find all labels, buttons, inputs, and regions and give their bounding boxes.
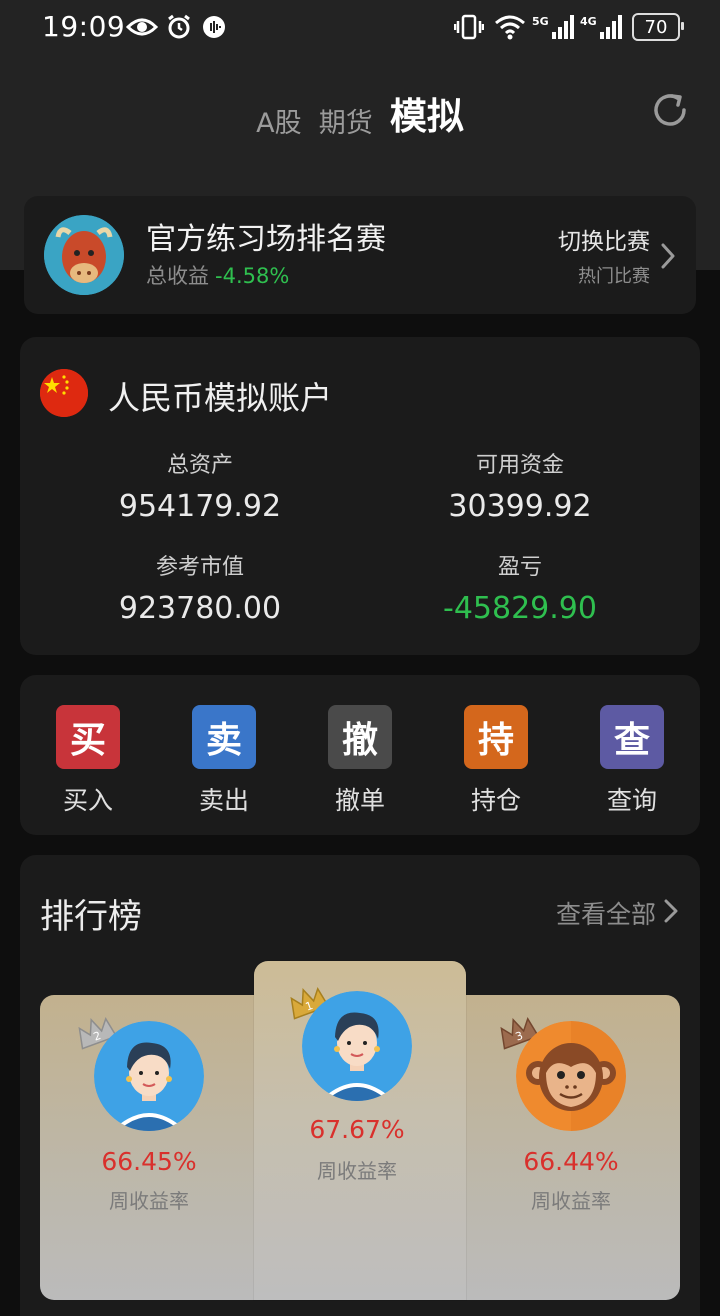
rank-3-return-label: 周收益率 — [531, 1189, 611, 1213]
hot-contest-label: 热门比赛 — [578, 266, 650, 287]
chevron-right-icon[interactable] — [664, 899, 678, 923]
contest-yield: 总收益 -4.58% — [146, 260, 289, 290]
total-assets-value: 954179.92 — [118, 489, 282, 524]
buy-icon: 买 — [56, 705, 120, 769]
account-card: 人民币模拟账户 总资产 954179.92 可用资金 30399.92 参考市值… — [20, 337, 700, 655]
alarm-icon — [166, 14, 192, 40]
status-time: 19:09 — [42, 10, 126, 43]
available-funds-value: 30399.92 — [448, 489, 592, 524]
wifi-icon — [494, 14, 526, 40]
market-value-value: 923780.00 — [118, 591, 282, 626]
buy-button[interactable]: 买 买入 — [48, 705, 128, 817]
query-label: 查询 — [606, 786, 657, 815]
signal-5g-icon: 5G — [532, 14, 576, 40]
chevron-right-icon[interactable] — [660, 242, 676, 270]
query-button[interactable]: 查 查询 — [592, 705, 672, 817]
profit-loss-value: -45829.90 — [443, 591, 597, 626]
rank-3-return: 66.44% — [523, 1147, 619, 1176]
profit-loss: 盈亏 -45829.90 — [370, 549, 670, 626]
contest-yield-value: -4.58% — [215, 264, 290, 288]
available-funds-label: 可用资金 — [475, 453, 564, 478]
status-bar: 19:09 5G 4G 70 — [0, 0, 720, 54]
leaderboard-title: 排行榜 — [40, 897, 142, 937]
total-assets-label: 总资产 — [166, 453, 233, 478]
tab-futures[interactable]: 期货 — [319, 101, 373, 140]
signal-4g-icon: 4G — [580, 14, 624, 40]
china-flag-icon — [40, 369, 88, 417]
rank-2-return: 66.45% — [101, 1147, 197, 1176]
tab-simulation[interactable]: 模拟 — [390, 86, 464, 140]
cancel-order-button[interactable]: 撤 撤单 — [320, 705, 400, 817]
rank-2-return-label: 周收益率 — [109, 1189, 189, 1213]
total-assets: 总资产 954179.92 — [50, 447, 350, 524]
leaderboard: 排行榜 查看全部 2 66.45% 周收益率 1 67.67% 周收益率 3 6… — [20, 855, 700, 1316]
switch-contest-button[interactable]: 切换比赛 — [558, 222, 650, 256]
trade-actions: 买 买入 卖 卖出 撤 撤单 持 持仓 查 查询 — [20, 675, 700, 835]
eye-icon — [126, 14, 158, 40]
rank-1-return-label: 周收益率 — [317, 1159, 397, 1183]
svg-text:5G: 5G — [532, 15, 549, 28]
avatar-rank-2[interactable] — [94, 1021, 204, 1131]
positions-icon: 持 — [464, 705, 528, 769]
contest-card[interactable]: 官方练习场排名赛 总收益 -4.58% 切换比赛 热门比赛 — [24, 196, 696, 314]
cancel-order-icon: 撤 — [328, 705, 392, 769]
available-funds: 可用资金 30399.92 — [370, 447, 670, 524]
audio-icon — [202, 14, 226, 40]
positions-button[interactable]: 持 持仓 — [456, 705, 536, 817]
refresh-icon[interactable] — [650, 90, 690, 130]
rank-1-return: 67.67% — [309, 1115, 405, 1144]
view-all-link[interactable]: 查看全部 — [556, 895, 656, 931]
market-value-label: 参考市值 — [155, 555, 244, 580]
vibrate-icon — [454, 14, 484, 40]
tab-a-shares[interactable]: A股 — [256, 101, 301, 140]
query-icon: 查 — [600, 705, 664, 769]
contest-yield-label: 总收益 — [146, 264, 209, 288]
ox-avatar-icon — [44, 215, 124, 295]
cancel-order-label: 撤单 — [334, 786, 385, 815]
positions-label: 持仓 — [470, 786, 521, 815]
sell-label: 卖出 — [198, 786, 249, 815]
profit-loss-label: 盈亏 — [497, 555, 542, 580]
avatar-rank-3[interactable] — [516, 1021, 626, 1131]
account-name: 人民币模拟账户 — [108, 379, 333, 417]
avatar-rank-1[interactable] — [302, 991, 412, 1101]
sell-button[interactable]: 卖 卖出 — [184, 705, 264, 817]
market-tabs: A股 期货 模拟 — [0, 86, 720, 140]
sell-icon: 卖 — [192, 705, 256, 769]
buy-label: 买入 — [62, 786, 113, 815]
battery-indicator: 70 — [632, 13, 684, 41]
contest-title: 官方练习场排名赛 — [146, 222, 386, 257]
market-value: 参考市值 923780.00 — [50, 549, 350, 626]
svg-text:4G: 4G — [580, 15, 597, 28]
